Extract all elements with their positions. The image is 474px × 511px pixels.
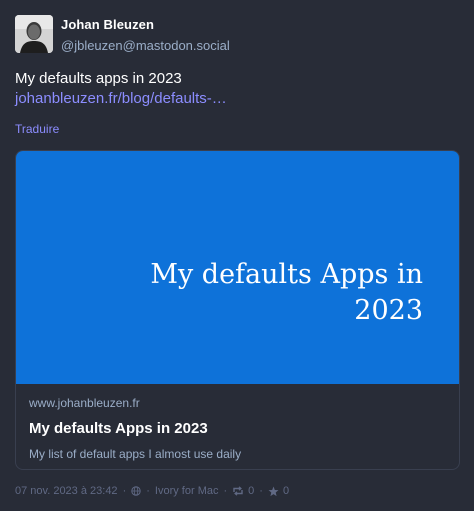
account-header[interactable]: Johan Bleuzen @jbleuzen@mastodon.social (15, 15, 230, 55)
status-link[interactable]: johanbleuzen.fr/blog/defaults-… (15, 89, 459, 109)
status-content: My defaults apps in 2023 johanbleuzen.fr… (15, 69, 459, 109)
reblogs-count: 0 (248, 485, 255, 497)
status-application[interactable]: Ivory for Mac (155, 485, 219, 497)
account-handle[interactable]: @jbleuzen@mastodon.social (61, 37, 230, 55)
retweet-icon (233, 486, 243, 496)
card-body: www.johanbleuzen.fr My defaults Apps in … (16, 384, 459, 462)
card-provider: www.johanbleuzen.fr (29, 396, 140, 410)
status-meta: 07 nov. 2023 à 23:42 · · Ivory for Mac ·… (15, 485, 289, 497)
card-image-title: My defaults Apps in 2023 (150, 259, 423, 326)
card-description: My list of default apps I almost use dai… (29, 447, 242, 461)
status-text: My defaults apps in 2023 (15, 70, 182, 87)
status-timestamp[interactable]: 07 nov. 2023 à 23:42 (15, 485, 118, 497)
account-names: Johan Bleuzen @jbleuzen@mastodon.social (61, 16, 230, 55)
card-image[interactable]: My defaults Apps in 2023 (16, 151, 459, 384)
card-title: My defaults Apps in 2023 (29, 420, 208, 437)
meta-separator: · (259, 485, 263, 497)
display-name[interactable]: Johan Bleuzen (61, 16, 230, 34)
reblogs[interactable]: 0 (232, 485, 254, 497)
meta-separator: · (146, 485, 150, 497)
star-icon (268, 486, 279, 496)
avatar-image (15, 15, 53, 53)
avatar[interactable] (15, 15, 53, 53)
favourites[interactable]: 0 (268, 485, 289, 497)
meta-separator: · (223, 485, 228, 497)
globe-icon (131, 486, 141, 496)
translate-button[interactable]: Traduire (15, 122, 59, 136)
link-preview-card[interactable]: My defaults Apps in 2023 www.johanbleuze… (15, 150, 460, 470)
meta-separator: · (122, 485, 127, 497)
favourites-count: 0 (282, 485, 290, 497)
visibility-icon (131, 486, 141, 496)
status: Johan Bleuzen @jbleuzen@mastodon.social … (0, 0, 474, 511)
